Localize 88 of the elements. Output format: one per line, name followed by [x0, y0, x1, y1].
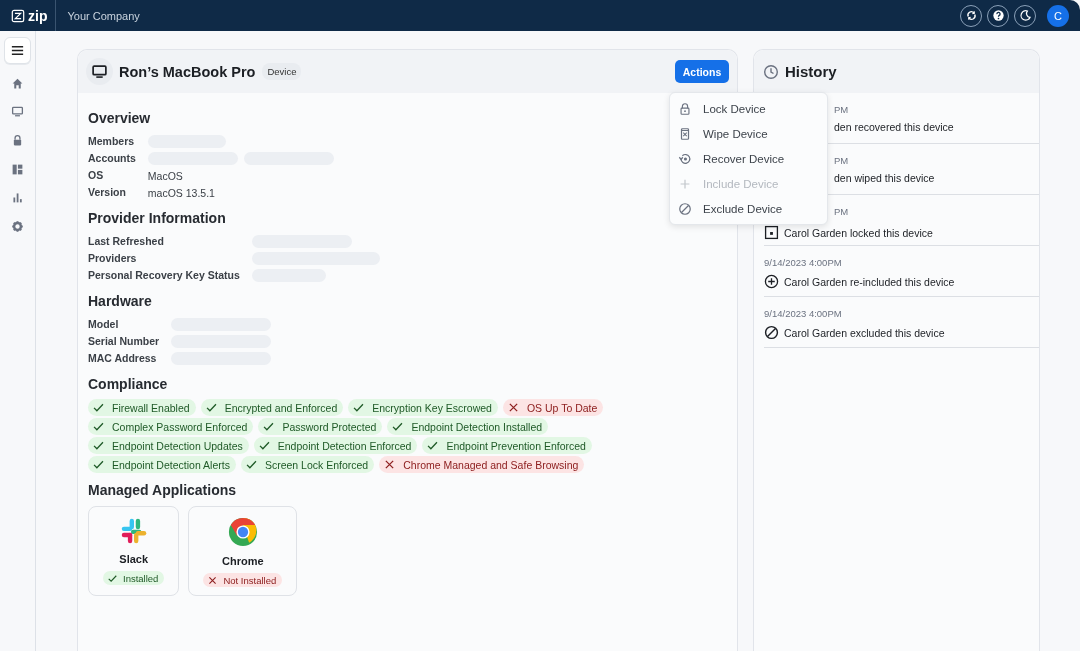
home-icon: [11, 76, 24, 90]
actions-button[interactable]: Actions: [675, 60, 729, 83]
field-label: MAC Address: [88, 351, 158, 366]
history-title: History: [785, 63, 837, 80]
settings-icon: [11, 219, 24, 233]
restore-icon: [678, 151, 692, 166]
menu-item[interactable]: Lock Device: [670, 96, 827, 121]
history-text: den recovered this device: [834, 121, 954, 133]
history-text: Carol Garden excluded this device: [784, 326, 945, 339]
check-icon: [92, 439, 105, 452]
logo-icon: [11, 8, 25, 23]
device-icon: [86, 58, 113, 85]
app-name: Slack: [119, 553, 149, 565]
compliance-tag: Encryption Key Escrowed: [348, 399, 498, 416]
blocked-icon: [678, 201, 692, 216]
check-icon: [92, 420, 105, 433]
company-name: Your Company: [67, 9, 140, 22]
section-heading: Overview: [88, 110, 151, 126]
field-label: Serial Number: [88, 334, 160, 349]
app-card[interactable]: Slack Installed: [88, 506, 180, 596]
device-badge: Device: [262, 63, 302, 80]
check-icon: [257, 439, 271, 452]
bar-chart-icon: [11, 191, 24, 205]
check-icon: [391, 420, 405, 433]
plus-circle-icon: [764, 274, 779, 289]
monitor-icon: [11, 105, 24, 119]
check-icon: [352, 401, 366, 414]
check-icon: [262, 420, 276, 433]
check-icon: [92, 458, 105, 471]
section-heading: Hardware: [88, 293, 152, 309]
device-title: Ron’s MacBook Pro: [119, 63, 256, 80]
blocked-icon: [764, 325, 779, 340]
history-time: 9/14/2023 4:00PM: [764, 308, 842, 319]
compliance-tag: Complex Password Enforced: [88, 418, 254, 435]
menu-item[interactable]: Recover Device: [670, 146, 827, 171]
history-text: Carol Garden locked this device: [784, 226, 933, 239]
section-heading: Compliance: [88, 376, 168, 392]
check-icon: [426, 439, 440, 452]
section-heading: Managed Applications: [88, 482, 237, 498]
field-label: Version: [88, 185, 127, 200]
compliance-tag: Endpoint Detection Enforced: [253, 437, 418, 454]
history-time: 9/14/2023 4:00PM: [764, 257, 842, 268]
menu-button[interactable]: [4, 37, 31, 64]
compliance-tag: OS Up To Date: [502, 399, 604, 416]
compliance-tag: Encrypted and Enforced: [200, 399, 344, 416]
field-label: Accounts: [88, 151, 136, 166]
menu-item[interactable]: Exclude Device: [670, 196, 827, 221]
history-time: PM: [834, 104, 849, 115]
menu-item[interactable]: Wipe Device: [670, 121, 827, 146]
field-value: macOS 13.5.1: [147, 186, 215, 199]
moon-icon: [1017, 8, 1033, 23]
clock-icon: [763, 63, 779, 80]
status-tag: Installed: [103, 571, 165, 585]
check-icon: [204, 401, 218, 414]
compliance-tag: Chrome Managed and Safe Browsing: [379, 456, 585, 473]
chrome-logo: [227, 517, 258, 547]
status-tag: Not Installed: [203, 573, 283, 587]
field-label: OS: [88, 168, 105, 183]
compliance-tag: Screen Lock Enforced: [240, 456, 375, 473]
trash-icon: [678, 126, 692, 141]
field-value: MacOS: [147, 169, 183, 182]
logo-text: zip: [28, 7, 48, 24]
section-heading: Provider Information: [88, 210, 226, 226]
dashboard-icon: [11, 162, 24, 176]
avatar[interactable]: C: [1047, 4, 1069, 27]
history-text: den wiped this device: [834, 172, 935, 184]
app-card[interactable]: Chrome Not Installed: [188, 506, 298, 596]
compliance-tag: Endpoint Detection Installed: [387, 418, 549, 435]
compliance-tag: Endpoint Detection Updates: [88, 437, 249, 454]
field-label: Last Refreshed: [88, 234, 165, 249]
field-label: Personal Recovery Key Status: [88, 268, 240, 283]
history-time: PM: [834, 155, 849, 166]
compliance-tag: Firewall Enabled: [88, 399, 196, 416]
check-icon: [92, 401, 105, 414]
history-time: PM: [834, 206, 849, 217]
menu-icon: [10, 43, 25, 58]
app-name: Chrome: [222, 555, 264, 567]
slack-logo: [119, 517, 148, 545]
check-icon: [244, 458, 258, 471]
history-text: Carol Garden re-included this device: [784, 275, 955, 288]
field-label: Model: [88, 317, 120, 332]
field-label: Members: [88, 134, 136, 149]
cross-icon: [207, 574, 219, 586]
help-icon: [990, 8, 1006, 23]
compliance-tag: Endpoint Detection Alerts: [88, 456, 236, 473]
field-label: Providers: [88, 251, 138, 266]
compliance-tag: Endpoint Prevention Enforced: [422, 437, 592, 454]
compliance-tag: Password Protected: [258, 418, 383, 435]
